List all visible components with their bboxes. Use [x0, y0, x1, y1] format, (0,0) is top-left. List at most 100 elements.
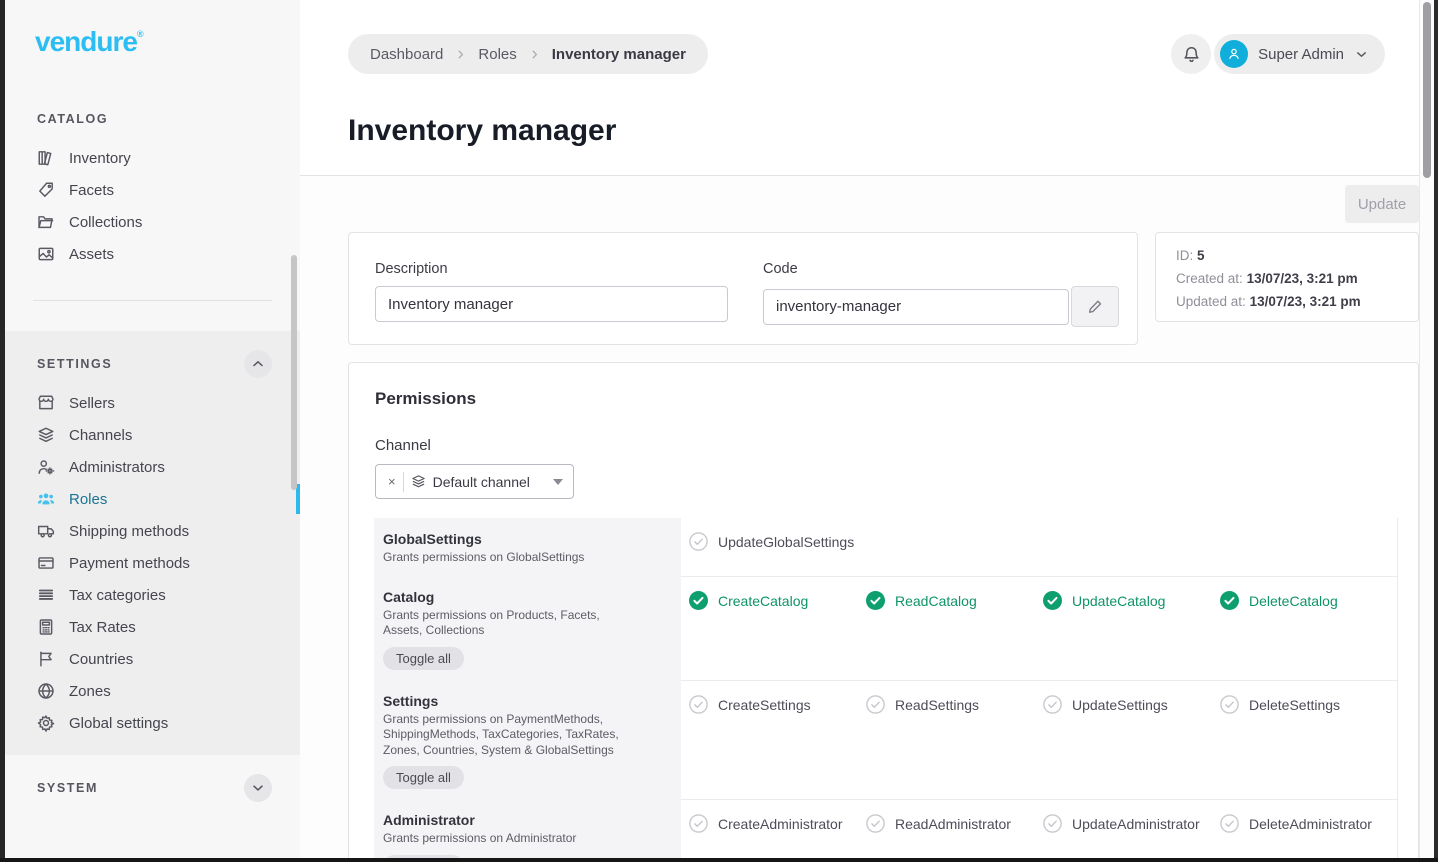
sidebar-item-collections[interactable]: Collections — [5, 206, 300, 238]
folder-icon — [37, 213, 55, 231]
store-icon — [37, 394, 55, 412]
toggle-all-button[interactable]: Toggle all — [383, 647, 464, 670]
breadcrumb: DashboardRolesInventory manager — [348, 34, 708, 74]
sidebar-item-label: Inventory — [69, 150, 131, 167]
sidebar-item-label: Facets — [69, 182, 114, 199]
update-button[interactable]: Update — [1345, 185, 1419, 223]
pencil-icon — [1087, 298, 1104, 315]
permission-checkbox-createcatalog[interactable]: CreateCatalog — [689, 591, 866, 610]
sidebar-item-global-settings[interactable]: Global settings — [5, 707, 300, 739]
sidebar-item-label: Assets — [69, 246, 114, 263]
section-label: SYSTEM — [37, 781, 98, 795]
permission-items-cell: CreateAdministrator ReadAdministratorUpda… — [681, 799, 1397, 858]
window-edge-bottom — [0, 858, 1438, 862]
permission-group-name: GlobalSettings — [383, 531, 667, 547]
code-input[interactable] — [763, 289, 1069, 325]
entity-info-card: ID: 5 Created at: 13/07/23, 3:21 pm Upda… — [1155, 232, 1419, 322]
permissions-table: GlobalSettings Grants permissions on Glob… — [374, 518, 1398, 858]
sidebar-scrollbar-thumb[interactable] — [291, 255, 297, 490]
sidebar-section-system: SYSTEM — [5, 755, 300, 805]
chevron-up-icon — [250, 356, 266, 372]
window-edge-left — [0, 0, 5, 862]
sidebar-item-countries[interactable]: Countries — [5, 643, 300, 675]
sidebar-item-shipping-methods[interactable]: Shipping methods — [5, 515, 300, 547]
description-input[interactable] — [375, 286, 728, 322]
layers-icon — [37, 426, 55, 444]
permission-checkbox-createsettings[interactable]: CreateSettings — [689, 695, 866, 714]
permission-label: DeleteAdministrator — [1249, 814, 1372, 832]
sidebar-item-label: Tax Rates — [69, 619, 136, 636]
role-details-card: Description Code — [348, 232, 1138, 345]
permission-checkbox-updatesettings[interactable]: UpdateSettings — [1043, 695, 1220, 714]
created-at-label: Created at: — [1176, 271, 1243, 286]
permissions-title: Permissions — [375, 389, 476, 409]
permission-checkbox-readadministrator[interactable]: ReadAdministrator — [866, 814, 1043, 833]
permission-group-description: Grants permissions on GlobalSettings — [383, 550, 635, 566]
vendure-logo[interactable]: vendure® — [35, 26, 300, 58]
updated-at-label: Updated at: — [1176, 294, 1246, 309]
section-collapse-button[interactable] — [244, 350, 272, 378]
unchecked-circle-icon — [866, 695, 885, 714]
permission-items-cell: CreateSettingsReadSettings UpdateSettings… — [681, 680, 1397, 800]
unchecked-circle-icon — [689, 814, 708, 833]
registered-mark: ® — [137, 29, 144, 39]
sidebar-section-catalog: CATALOGInventoryFacetsCollectionsAssets — [5, 86, 300, 270]
window-edge-right — [1434, 0, 1438, 862]
image-icon — [37, 245, 55, 263]
permission-checkbox-updateglobalsettings[interactable]: UpdateGlobalSettings — [689, 532, 866, 551]
sidebar-item-administrators[interactable]: Administrators — [5, 451, 300, 483]
sidebar-item-channels[interactable]: Channels — [5, 419, 300, 451]
permission-label: DeleteSettings — [1249, 695, 1340, 713]
sidebar-item-assets[interactable]: Assets — [5, 238, 300, 270]
main-scrollbar-thumb[interactable] — [1423, 2, 1431, 178]
breadcrumb-item[interactable]: Dashboard — [370, 46, 443, 63]
permission-checkbox-readsettings[interactable]: ReadSettings — [866, 695, 1043, 714]
sidebar-item-label: Collections — [69, 214, 142, 231]
sidebar-item-inventory[interactable]: Inventory — [5, 142, 300, 174]
permission-checkbox-updateadministrator[interactable]: UpdateAdministrator — [1043, 814, 1220, 833]
sidebar-item-sellers[interactable]: Sellers — [5, 387, 300, 419]
unchecked-circle-icon — [1043, 695, 1062, 714]
permission-group-description: Grants permissions on PaymentMethods, Sh… — [383, 712, 635, 759]
sidebar-item-label: Channels — [69, 427, 132, 444]
sidebar-item-tax-categories[interactable]: Tax categories — [5, 579, 300, 611]
permission-label: DeleteCatalog — [1249, 591, 1338, 609]
permission-checkbox-deleteadministrator[interactable]: DeleteAdministrator — [1220, 814, 1397, 833]
checked-circle-icon — [1220, 591, 1239, 610]
avatar — [1220, 40, 1248, 68]
permission-label: UpdateSettings — [1072, 695, 1168, 713]
sidebar-item-label: Sellers — [69, 395, 115, 412]
sidebar-item-tax-rates[interactable]: Tax Rates — [5, 611, 300, 643]
channel-select[interactable]: × Default channel — [375, 464, 574, 499]
app-window: vendure® CATALOGInventoryFacetsCollectio… — [5, 0, 1434, 858]
permission-checkbox-deletesettings[interactable]: DeleteSettings — [1220, 695, 1397, 714]
unchecked-circle-icon — [1220, 814, 1239, 833]
section-collapse-button[interactable] — [244, 774, 272, 802]
notifications-button[interactable] — [1171, 34, 1211, 74]
permission-checkbox-readcatalog[interactable]: ReadCatalog — [866, 591, 1043, 610]
permission-label: CreateAdministrator — [718, 814, 843, 832]
sidebar-item-label: Administrators — [69, 459, 165, 476]
permission-checkbox-updatecatalog[interactable]: UpdateCatalog — [1043, 591, 1220, 610]
checked-circle-icon — [1043, 591, 1062, 610]
permission-checkbox-createadministrator[interactable]: CreateAdministrator — [689, 814, 866, 833]
toggle-all-button[interactable]: Toggle all — [383, 766, 464, 789]
clear-channel-icon[interactable]: × — [388, 475, 396, 488]
permission-label: ReadCatalog — [895, 591, 977, 609]
sidebar-divider — [33, 300, 272, 301]
breadcrumb-item[interactable]: Roles — [478, 46, 516, 63]
user-menu[interactable]: Super Admin — [1214, 34, 1385, 74]
sidebar-item-zones[interactable]: Zones — [5, 675, 300, 707]
code-label: Code — [763, 261, 1119, 277]
library-icon — [37, 149, 55, 167]
users-icon — [37, 490, 55, 508]
chevron-right-icon — [454, 48, 467, 61]
permission-items-cell: UpdateGlobalSettings — [681, 518, 1397, 576]
sidebar-item-roles[interactable]: Roles — [5, 483, 300, 515]
edit-code-button[interactable] — [1071, 286, 1119, 327]
sidebar-item-payment-methods[interactable]: Payment methods — [5, 547, 300, 579]
sidebar-item-facets[interactable]: Facets — [5, 174, 300, 206]
main-area: DashboardRolesInventory manager Super Ad… — [300, 0, 1434, 858]
main-scrollbar[interactable] — [1419, 0, 1434, 858]
permission-checkbox-deletecatalog[interactable]: DeleteCatalog — [1220, 591, 1397, 610]
